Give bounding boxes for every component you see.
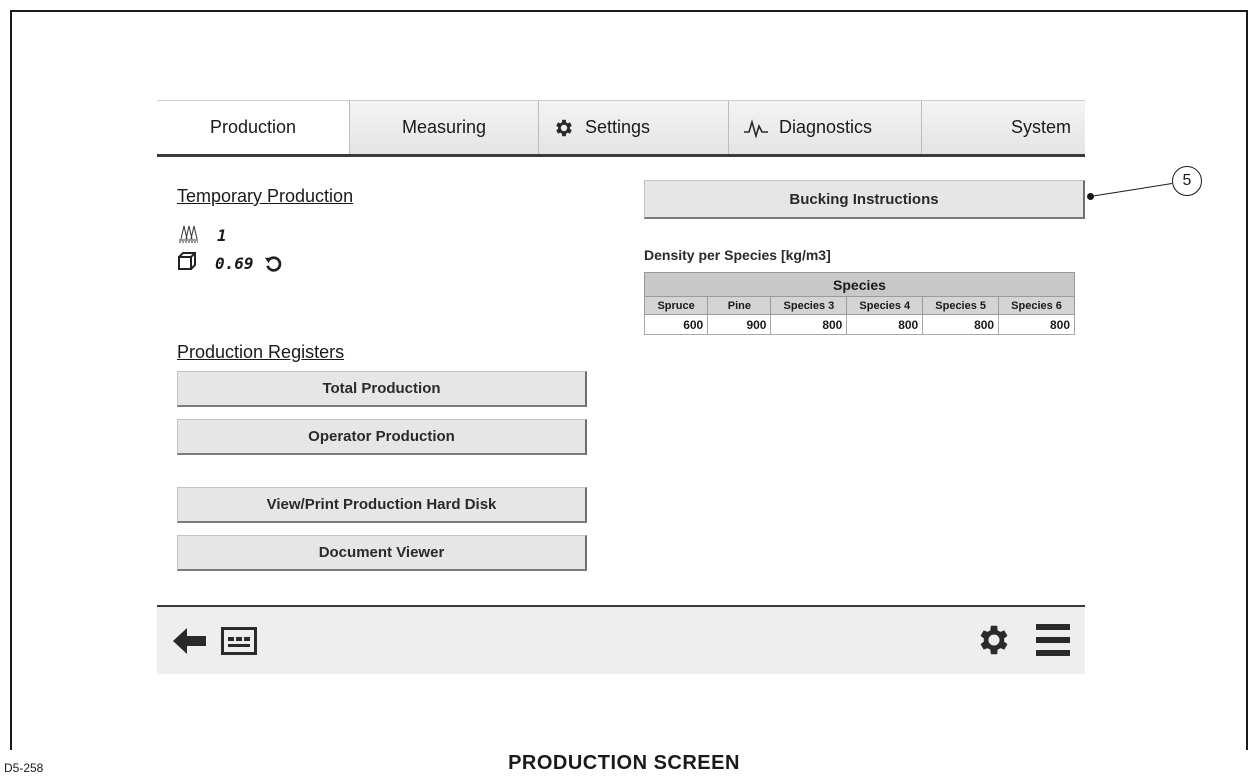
bucking-instructions-button[interactable]: Bucking Instructions bbox=[644, 180, 1085, 219]
column-header: Species 3 bbox=[770, 296, 848, 315]
volume-value: 0.69 bbox=[215, 254, 254, 273]
tree-count-value: 1 bbox=[217, 226, 227, 245]
cube-icon bbox=[177, 251, 197, 276]
trees-icon bbox=[177, 223, 199, 248]
bottom-bar bbox=[157, 605, 1085, 674]
tab-settings-label: Settings bbox=[585, 117, 651, 137]
density-cell[interactable]: 800 bbox=[846, 314, 924, 335]
density-cell[interactable]: 800 bbox=[922, 314, 1000, 335]
density-label: Density per Species [kg/m3] bbox=[644, 247, 831, 263]
tab-system-label: System bbox=[1010, 117, 1071, 137]
column-header: Species 5 bbox=[922, 296, 1000, 315]
tab-diagnostics-label: Diagnostics bbox=[779, 117, 873, 137]
column-header: Species 6 bbox=[998, 296, 1075, 315]
production-registers-title: Production Registers bbox=[177, 342, 345, 362]
menu-icon[interactable] bbox=[1035, 621, 1071, 664]
total-production-button[interactable]: Total Production bbox=[177, 371, 587, 407]
density-cell[interactable]: 600 bbox=[643, 314, 709, 335]
tab-production-label: Production bbox=[209, 117, 297, 137]
density-columns-row: Spruce Pine Species 3 Species 4 Species … bbox=[643, 296, 1075, 315]
species-header: Species bbox=[644, 272, 1075, 297]
tree-count-row: 1 bbox=[177, 223, 227, 248]
density-values-row: 600 900 800 800 800 800 bbox=[643, 314, 1075, 335]
tab-system[interactable]: System bbox=[922, 100, 1085, 154]
density-cell[interactable]: 900 bbox=[707, 314, 772, 335]
volume-row: 0.69 bbox=[177, 251, 282, 276]
tab-measuring[interactable]: Measuring bbox=[350, 100, 539, 154]
settings-gear-icon[interactable] bbox=[975, 621, 1013, 664]
density-cell[interactable]: 800 bbox=[770, 314, 848, 335]
tab-settings[interactable]: Settings bbox=[539, 100, 729, 154]
document-viewer-button[interactable]: Document Viewer bbox=[177, 535, 587, 571]
column-header: Spruce bbox=[643, 296, 709, 315]
back-arrow-icon[interactable] bbox=[173, 627, 207, 660]
figure-reference: D5-258 bbox=[4, 761, 44, 775]
column-header: Pine bbox=[707, 296, 772, 315]
operator-production-button[interactable]: Operator Production bbox=[177, 419, 587, 455]
waveform-icon bbox=[743, 118, 769, 138]
production-screen: Production Measuring Settings Diagnostic… bbox=[157, 100, 1085, 674]
column-header: Species 4 bbox=[846, 296, 924, 315]
tab-bar: Production Measuring Settings Diagnostic… bbox=[157, 100, 1085, 157]
tab-measuring-label: Measuring bbox=[401, 117, 487, 137]
gear-icon bbox=[553, 117, 575, 139]
density-cell[interactable]: 800 bbox=[998, 314, 1075, 335]
temporary-production-title: Temporary Production bbox=[177, 186, 354, 206]
view-print-production-button[interactable]: View/Print Production Hard Disk bbox=[177, 487, 587, 523]
keyboard-icon[interactable] bbox=[221, 627, 257, 660]
tab-diagnostics[interactable]: Diagnostics bbox=[729, 100, 922, 154]
density-table: Species Spruce Pine Species 3 Species 4 … bbox=[643, 272, 1075, 335]
tab-production[interactable]: Production bbox=[157, 100, 350, 154]
reset-icon[interactable] bbox=[264, 255, 282, 273]
figure-caption: PRODUCTION SCREEN bbox=[508, 752, 740, 774]
callout-number: 5 bbox=[1172, 166, 1202, 196]
